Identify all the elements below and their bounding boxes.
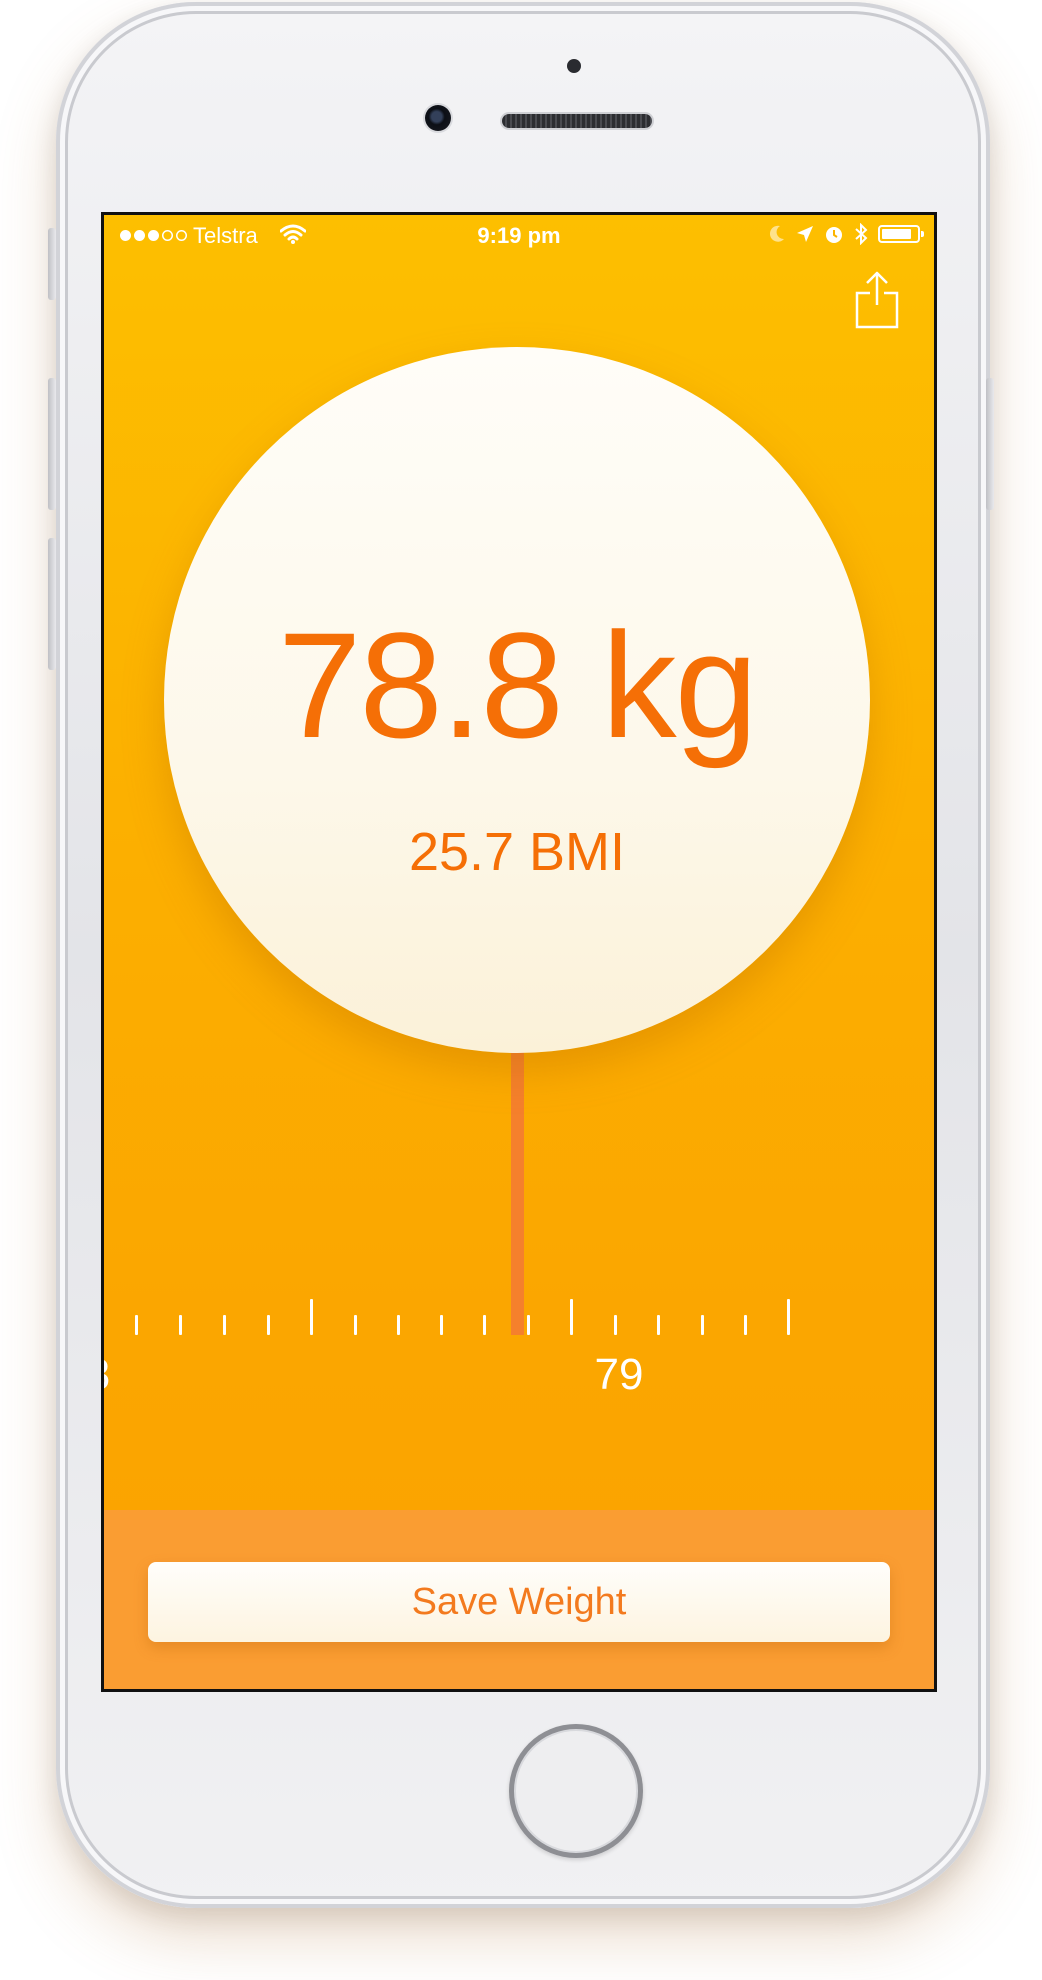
- ruler-minor-tick: [267, 1315, 270, 1335]
- ruler-minor-tick: [354, 1315, 357, 1335]
- ruler-minor-tick: [223, 1315, 226, 1335]
- ruler-minor-tick: [397, 1315, 400, 1335]
- mute-switch: [48, 228, 56, 300]
- ruler-minor-tick: [701, 1315, 704, 1335]
- battery-icon: [878, 225, 924, 243]
- bluetooth-icon: [855, 223, 868, 245]
- action-panel: Save Weight: [104, 1510, 934, 1689]
- status-icons: [768, 223, 924, 245]
- scale-needle: [511, 1035, 524, 1335]
- weight-display: 78.8 kg 25.7 BMI: [164, 347, 870, 1053]
- home-button[interactable]: [509, 1724, 643, 1858]
- device-mockup: Telstra 9:19 pm 78.8 kg 25.7 BMI 79 Save…: [0, 0, 1042, 1980]
- ruler-minor-tick: [744, 1315, 747, 1335]
- ruler-label: 8: [104, 1350, 110, 1400]
- battery-level: [882, 229, 911, 239]
- save-weight-button[interactable]: Save Weight: [148, 1562, 890, 1642]
- ruler-major-tick: [787, 1299, 790, 1335]
- proximity-sensor: [567, 59, 581, 73]
- volume-up-button: [48, 378, 56, 510]
- front-camera: [425, 105, 451, 131]
- ruler-minor-tick: [135, 1315, 138, 1335]
- status-bar: Telstra 9:19 pm: [104, 215, 934, 257]
- ruler-minor-tick: [614, 1315, 617, 1335]
- ruler-label: 79: [594, 1350, 644, 1399]
- ruler-minor-tick: [483, 1315, 486, 1335]
- ruler-minor-tick: [179, 1315, 182, 1335]
- location-arrow-icon: [797, 226, 813, 242]
- bmi-value: 25.7 BMI: [408, 822, 626, 882]
- ruler-minor-tick: [440, 1315, 443, 1335]
- moon-icon: [769, 225, 784, 242]
- earpiece-speaker: [502, 114, 652, 128]
- weight-value: 78.8 kg: [277, 601, 758, 769]
- power-button: [986, 378, 994, 510]
- screen: Telstra 9:19 pm 78.8 kg 25.7 BMI 79 Save…: [101, 212, 937, 1692]
- weight-app: Telstra 9:19 pm 78.8 kg 25.7 BMI 79 Save…: [104, 215, 934, 1689]
- ruler-major-tick: [570, 1299, 573, 1335]
- ruler-minor-tick: [527, 1315, 530, 1335]
- share-icon[interactable]: [854, 271, 900, 329]
- ruler-minor-tick: [657, 1315, 660, 1335]
- volume-down-button: [48, 538, 56, 670]
- alarm-icon: [826, 227, 842, 243]
- ruler-major-tick: [310, 1299, 313, 1335]
